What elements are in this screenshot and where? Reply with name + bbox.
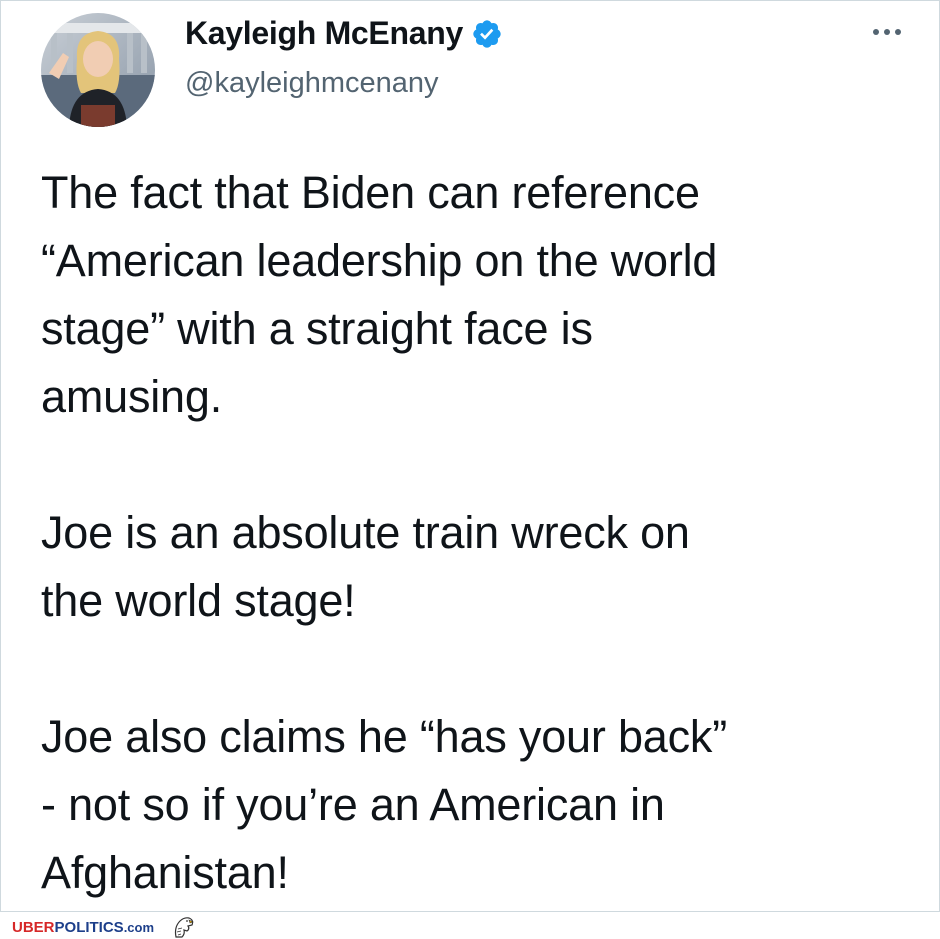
- more-dot: [895, 29, 901, 35]
- profile-photo: [41, 13, 155, 127]
- tweet-paragraph: Joe is an absolute train wreck on the wo…: [41, 507, 690, 626]
- name-row: Kayleigh McEnany: [185, 15, 503, 52]
- display-name[interactable]: Kayleigh McEnany: [185, 15, 463, 52]
- eagle-icon: [174, 917, 194, 938]
- tweet-text: The fact that Biden can reference “Ameri…: [41, 159, 911, 907]
- more-dot: [884, 29, 890, 35]
- tweet-card: Kayleigh McEnany @kayleighmcenany The fa…: [0, 0, 940, 912]
- tweet-paragraph: Joe also claims he “has your back” - not…: [41, 711, 727, 898]
- watermark-part-uber: UBER: [12, 918, 55, 936]
- verified-badge-icon: [473, 19, 501, 48]
- watermark-part-com: .com: [123, 919, 155, 935]
- watermark-part-politics: POLITICS: [54, 918, 124, 936]
- tweet-paragraph: The fact that Biden can reference “Ameri…: [41, 167, 718, 422]
- more-horizontal-icon[interactable]: [873, 29, 901, 35]
- watermark: UBER POLITICS .com: [12, 915, 196, 939]
- avatar[interactable]: [41, 13, 155, 127]
- user-handle[interactable]: @kayleighmcenany: [185, 67, 439, 100]
- more-dot: [873, 29, 879, 35]
